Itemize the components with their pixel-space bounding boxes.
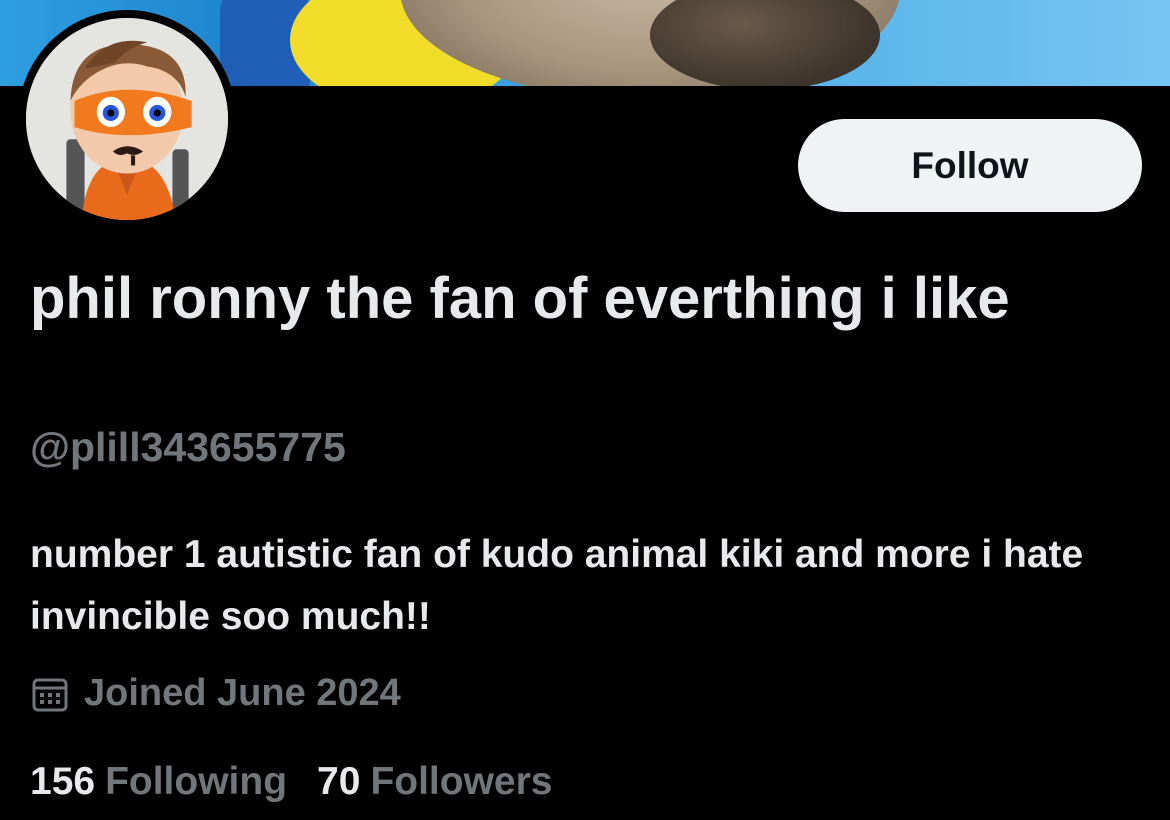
calendar-icon — [30, 674, 70, 714]
avatar-image — [26, 18, 228, 220]
avatar[interactable] — [18, 10, 236, 228]
followers-count: 70 — [317, 760, 361, 803]
followers-link[interactable]: 70 Followers — [317, 760, 552, 804]
followers-label: Followers — [370, 760, 553, 803]
user-handle: @plill343655775 — [30, 424, 346, 470]
following-label: Following — [105, 760, 288, 803]
following-link[interactable]: 156 Following — [30, 760, 287, 804]
follow-stats: 156 Following 70 Followers — [30, 760, 552, 804]
follow-button[interactable]: Follow — [798, 119, 1142, 212]
joined-date-row: Joined June 2024 — [30, 672, 401, 715]
display-name: phil ronny the fan of everthing i like — [30, 266, 1010, 331]
banner-shape — [650, 0, 880, 86]
joined-date: Joined June 2024 — [84, 672, 401, 714]
profile-bio: number 1 autistic fan of kudo animal kik… — [30, 533, 1084, 638]
following-count: 156 — [30, 760, 96, 803]
